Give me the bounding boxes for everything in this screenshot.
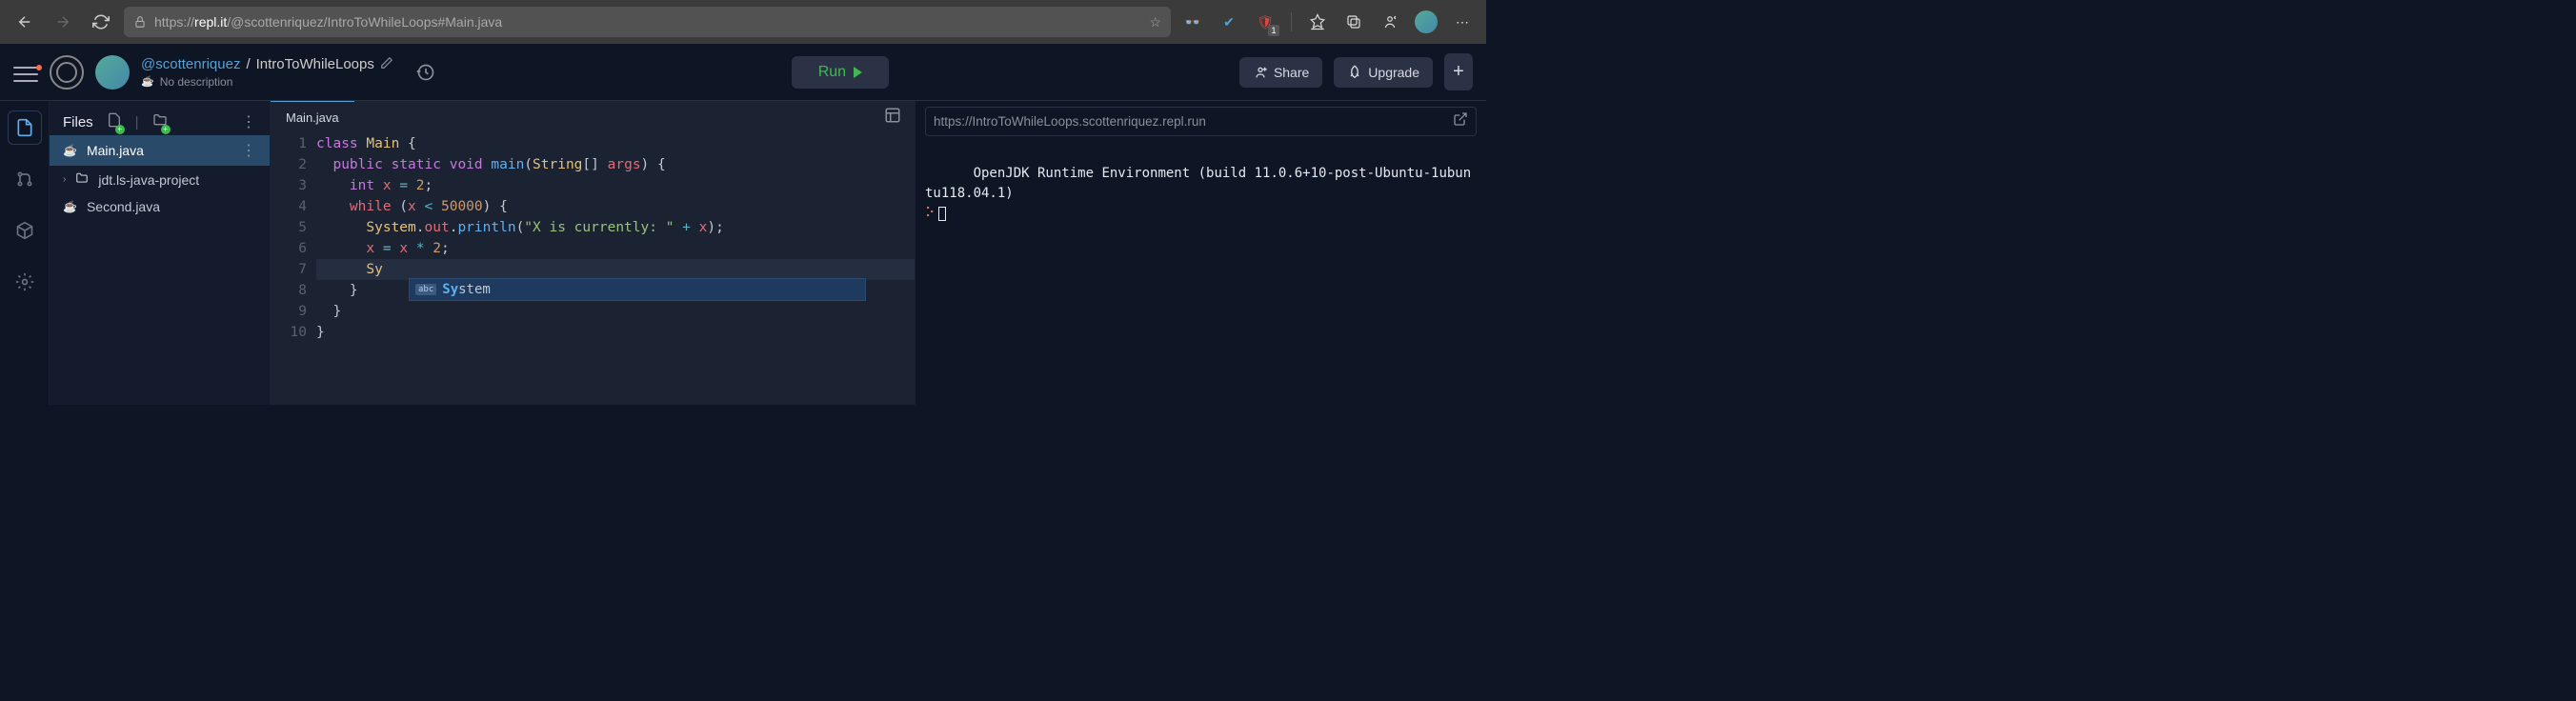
replit-logo[interactable] bbox=[50, 55, 84, 90]
favorite-icon[interactable]: ☆ bbox=[1149, 14, 1161, 30]
url-text: https://repl.it/@scottenriquez/IntroToWh… bbox=[154, 14, 1141, 30]
autocomplete-kind-icon: abc bbox=[415, 284, 436, 295]
output-url-input[interactable] bbox=[934, 114, 1447, 129]
chevron-right-icon: › bbox=[63, 174, 66, 185]
owner-link[interactable]: @scottenriquez bbox=[141, 56, 240, 72]
console-output[interactable]: OpenJDK Runtime Environment (build 11.0.… bbox=[925, 144, 1477, 244]
refresh-button[interactable] bbox=[86, 7, 116, 37]
settings-rail-button[interactable] bbox=[8, 265, 42, 299]
output-panel: OpenJDK Runtime Environment (build 11.0.… bbox=[915, 101, 1486, 405]
collections-icon[interactable] bbox=[1339, 8, 1368, 36]
favorites-icon[interactable] bbox=[1303, 8, 1332, 36]
files-rail-button[interactable] bbox=[8, 110, 42, 145]
new-folder-button[interactable]: + bbox=[152, 112, 168, 131]
url-bar[interactable]: https://repl.it/@scottenriquez/IntroToWh… bbox=[124, 7, 1171, 37]
java-file-icon: ☕ bbox=[63, 200, 77, 213]
extension-icon-1[interactable]: 👓 bbox=[1178, 8, 1207, 36]
files-panel: Files + | + ⋮ ☕ Main.java ⋮ › jdt.ls-jav… bbox=[50, 101, 271, 405]
play-icon bbox=[854, 67, 862, 78]
upgrade-button[interactable]: Upgrade bbox=[1334, 57, 1433, 88]
badge: 1 bbox=[1268, 25, 1279, 36]
profile-icon[interactable] bbox=[1376, 8, 1404, 36]
extension-icon-2[interactable]: ✔ bbox=[1215, 8, 1243, 36]
code-content: class Main { public static void main(Str… bbox=[316, 133, 915, 343]
gutter: 12345678910 bbox=[271, 133, 316, 343]
tab-bar: Main.java bbox=[271, 101, 915, 133]
lock-icon bbox=[133, 15, 147, 29]
new-file-button[interactable]: + bbox=[107, 112, 122, 131]
browser-toolbar: https://repl.it/@scottenriquez/IntroToWh… bbox=[0, 0, 1486, 44]
folder-icon bbox=[75, 171, 89, 188]
divider bbox=[1291, 12, 1292, 31]
more-icon[interactable]: ⋯ bbox=[1448, 8, 1477, 36]
file-item-main[interactable]: ☕ Main.java ⋮ bbox=[50, 135, 270, 166]
console-prompt: ⠕ bbox=[925, 206, 935, 221]
run-button[interactable]: Run bbox=[792, 56, 889, 89]
back-button[interactable] bbox=[10, 7, 40, 37]
open-external-icon[interactable] bbox=[1453, 111, 1468, 131]
breadcrumb: @scottenriquez/IntroToWhileLoops ☕ No de… bbox=[141, 56, 393, 89]
file-more-button[interactable]: ⋮ bbox=[241, 141, 256, 160]
main-area: Files + | + ⋮ ☕ Main.java ⋮ › jdt.ls-jav… bbox=[0, 101, 1486, 405]
owner-avatar[interactable] bbox=[95, 55, 130, 90]
version-rail-button[interactable] bbox=[8, 162, 42, 196]
code-editor[interactable]: 12345678910 class Main { public static v… bbox=[271, 133, 915, 343]
java-file-icon: ☕ bbox=[63, 144, 77, 157]
editor-panel: Main.java 12345678910 class Main { publi… bbox=[271, 101, 915, 405]
extension-icon-3[interactable]: 🛡1 bbox=[1251, 8, 1279, 36]
editor-layout-button[interactable] bbox=[884, 107, 915, 129]
edit-icon[interactable] bbox=[380, 56, 393, 73]
new-button[interactable]: + bbox=[1444, 53, 1473, 90]
share-button[interactable]: Share bbox=[1239, 57, 1322, 88]
cursor-icon bbox=[938, 207, 946, 221]
project-name: IntroToWhileLoops bbox=[256, 56, 374, 72]
rocket-icon bbox=[1347, 65, 1362, 80]
tab-main[interactable]: Main.java bbox=[271, 101, 354, 133]
packages-rail-button[interactable] bbox=[8, 213, 42, 248]
description: No description bbox=[160, 75, 233, 89]
output-url-bar bbox=[925, 107, 1477, 136]
side-rail bbox=[0, 101, 50, 405]
profile-avatar[interactable] bbox=[1412, 8, 1440, 36]
hamburger-menu[interactable] bbox=[13, 62, 38, 83]
files-more-button[interactable]: ⋮ bbox=[241, 112, 256, 131]
app-header: @scottenriquez/IntroToWhileLoops ☕ No de… bbox=[0, 44, 1486, 101]
file-item-folder[interactable]: › jdt.ls-java-project bbox=[50, 166, 270, 193]
files-title: Files bbox=[63, 114, 93, 130]
autocomplete-popup[interactable]: abc System bbox=[409, 278, 866, 301]
java-icon: ☕ bbox=[141, 75, 154, 88]
file-item-second[interactable]: ☕ Second.java bbox=[50, 193, 270, 220]
history-button[interactable] bbox=[411, 57, 441, 88]
person-add-icon bbox=[1253, 65, 1268, 80]
forward-button[interactable] bbox=[48, 7, 78, 37]
